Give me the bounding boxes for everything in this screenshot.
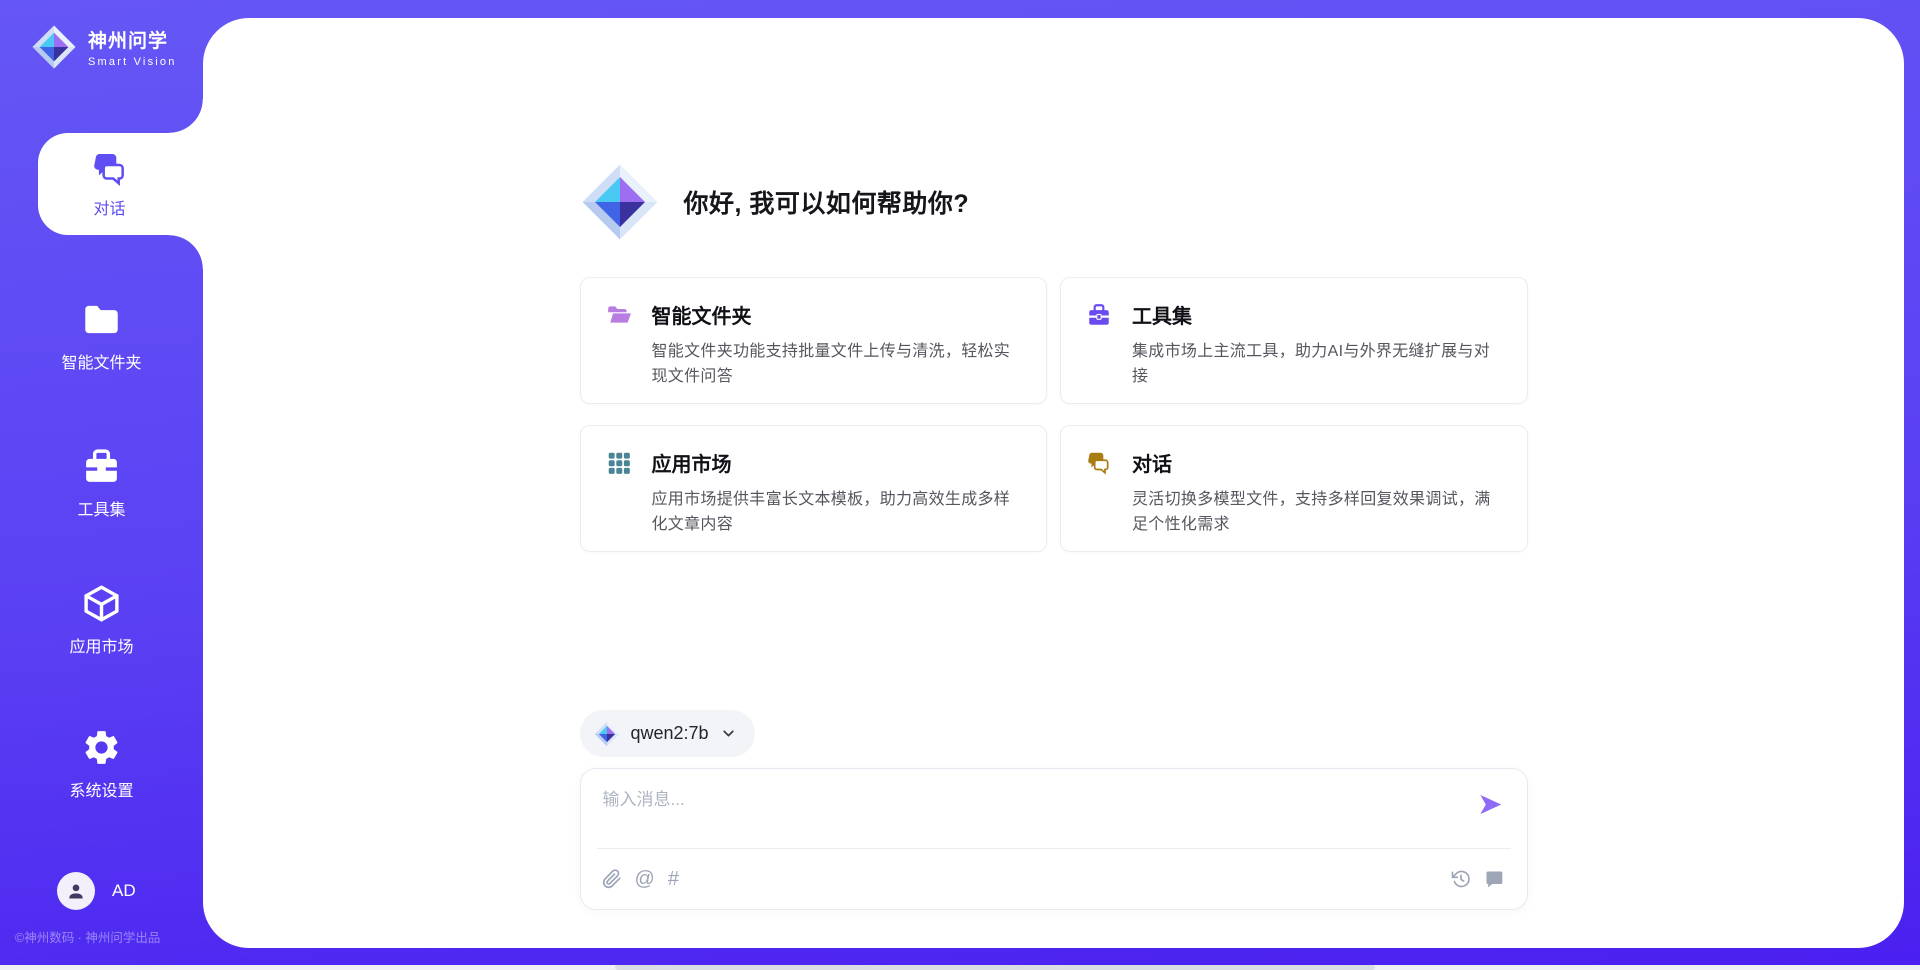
card-title: 应用市场 (652, 448, 732, 477)
user-profile[interactable]: AD (57, 872, 136, 910)
composer-toolbar: @ # (602, 849, 1504, 909)
sidebar-item-label: 系统设置 (69, 777, 133, 801)
horizontal-scrollbar[interactable] (0, 965, 1920, 970)
feature-cards: 智能文件夹 智能文件夹功能支持批量文件上传与清洗，轻松实现文件问答 工具集 集成… (580, 277, 1528, 552)
brand-diamond-icon (580, 162, 660, 242)
card-description: 智能文件夹功能支持批量文件上传与清洗，轻松实现文件问答 (652, 339, 1021, 389)
tab-fillet-bottom (169, 235, 203, 269)
card-title: 对话 (1132, 448, 1172, 477)
hash-icon[interactable]: # (668, 869, 679, 889)
sidebar-item-chat[interactable]: 对话 (38, 133, 203, 235)
card-description: 集成市场上主流工具，助力AI与外界无缝扩展与对接 (1132, 339, 1501, 389)
card-title: 工具集 (1132, 300, 1192, 329)
sidebar-item-settings[interactable]: 系统设置 (0, 727, 203, 801)
sidebar-item-smart-folder[interactable]: 智能文件夹 (0, 299, 203, 373)
sidebar-item-label: 工具集 (77, 496, 125, 520)
card-header: 对话 (1086, 448, 1501, 477)
greeting: 你好, 我可以如何帮助你? (580, 162, 970, 242)
sidebar: 神州问学 Smart Vision 对话 智能文件夹 工具集 应用市场 系统设置… (0, 0, 203, 970)
folder-icon (81, 299, 122, 340)
card-description: 灵活切换多模型文件，支持多样回复效果调试，满足个性化需求 (1132, 487, 1501, 537)
brand-name: 神州问学 (88, 26, 177, 53)
history-icon[interactable] (1451, 869, 1471, 889)
send-icon[interactable] (1477, 791, 1504, 818)
comment-icon[interactable] (1484, 869, 1504, 889)
greeting-title: 你好, 我可以如何帮助你? (684, 184, 970, 220)
user-initials: AD (112, 881, 136, 901)
tab-fillet-top (169, 99, 203, 133)
brand: 神州问学 Smart Vision (31, 24, 177, 70)
gear-icon (81, 727, 122, 768)
chat-icon (1086, 450, 1112, 476)
card-app-market[interactable]: 应用市场 应用市场提供丰富长文本模板，助力高效生成多样化文章内容 (580, 425, 1048, 552)
card-chat[interactable]: 对话 灵活切换多模型文件，支持多样回复效果调试，满足个性化需求 (1060, 425, 1528, 552)
sidebar-item-app-market[interactable]: 应用市场 (0, 583, 203, 657)
brand-diamond-icon (31, 24, 77, 70)
mention-icon[interactable]: @ (635, 869, 655, 889)
avatar (57, 872, 95, 910)
grid-icon (606, 450, 632, 476)
main-panel: 你好, 我可以如何帮助你? 智能文件夹 智能文件夹功能支持批量文件上传与清洗，轻… (203, 18, 1904, 948)
folder-open-icon (606, 302, 632, 328)
sidebar-item-label: 智能文件夹 (61, 349, 141, 373)
chevron-down-icon (720, 725, 737, 742)
sidebar-item-label: 对话 (93, 195, 125, 219)
sidebar-item-toolset[interactable]: 工具集 (0, 446, 203, 520)
card-header: 工具集 (1086, 300, 1501, 329)
copyright-text: ©神州数码 · 神州问学出品 (15, 927, 160, 946)
brand-subtitle: Smart Vision (88, 56, 177, 68)
card-description: 应用市场提供丰富长文本模板，助力高效生成多样化文章内容 (652, 487, 1021, 537)
chat-icon (91, 150, 129, 188)
cube-icon (81, 583, 122, 624)
card-title: 智能文件夹 (652, 300, 752, 329)
composer: @ # (580, 768, 1528, 910)
briefcase-icon (81, 446, 122, 487)
model-name: qwen2:7b (631, 723, 709, 744)
paperclip-icon[interactable] (602, 869, 622, 889)
card-smart-folder[interactable]: 智能文件夹 智能文件夹功能支持批量文件上传与清洗，轻松实现文件问答 (580, 277, 1048, 404)
scrollbar-thumb[interactable] (615, 965, 1375, 970)
card-header: 应用市场 (606, 448, 1021, 477)
sidebar-item-label: 应用市场 (69, 633, 133, 657)
person-icon (66, 881, 86, 901)
model-selector[interactable]: qwen2:7b (580, 710, 755, 757)
message-input[interactable] (603, 783, 1463, 817)
main-content: 你好, 我可以如何帮助你? 智能文件夹 智能文件夹功能支持批量文件上传与清洗，轻… (580, 18, 1528, 948)
briefcase-icon (1086, 302, 1112, 328)
card-toolset[interactable]: 工具集 集成市场上主流工具，助力AI与外界无缝扩展与对接 (1060, 277, 1528, 404)
card-header: 智能文件夹 (606, 300, 1021, 329)
brand-diamond-icon (594, 721, 620, 747)
brand-text: 神州问学 Smart Vision (88, 26, 177, 68)
